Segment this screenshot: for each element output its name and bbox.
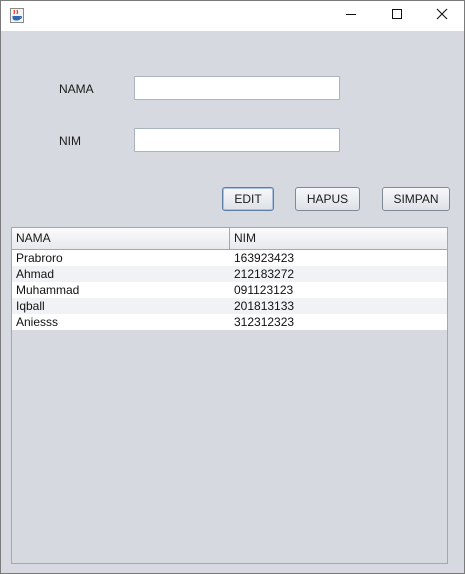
close-button[interactable] xyxy=(419,1,465,31)
column-header-nim[interactable]: NIM xyxy=(230,228,447,249)
edit-button[interactable]: EDIT xyxy=(222,187,274,211)
maximize-button[interactable] xyxy=(374,1,420,31)
column-header-nama[interactable]: NAMA xyxy=(12,228,230,249)
close-icon xyxy=(436,7,448,25)
cell-nama: Muhammad xyxy=(16,283,80,297)
simpan-button[interactable]: SIMPAN xyxy=(382,187,450,211)
table-body: Prabroro 163923423 Ahmad 212183272 Muham… xyxy=(12,250,447,330)
cell-nim: 201813133 xyxy=(234,299,295,313)
minimize-button[interactable] xyxy=(328,1,374,31)
minimize-icon xyxy=(345,7,357,25)
nama-label: NAMA xyxy=(59,82,94,96)
title-bar[interactable] xyxy=(1,1,464,31)
cell-nim: 212183272 xyxy=(234,267,295,281)
cell-nim: 163923423 xyxy=(234,251,295,265)
cell-nim: 091123123 xyxy=(234,283,294,297)
nim-field[interactable] xyxy=(134,128,340,152)
table-row[interactable]: Prabroro 163923423 xyxy=(12,250,447,266)
data-table[interactable]: NAMA NIM Prabroro 163923423 Ahmad 212183… xyxy=(11,227,448,564)
table-header: NAMA NIM xyxy=(12,228,447,250)
cell-nama: Prabroro xyxy=(16,251,63,265)
table-row[interactable]: Iqball 201813133 xyxy=(12,298,447,314)
hapus-button[interactable]: HAPUS xyxy=(295,187,360,211)
java-cup-icon xyxy=(10,8,24,23)
maximize-icon xyxy=(391,7,403,25)
nim-label: NIM xyxy=(59,134,81,148)
table-row[interactable]: Ahmad 212183272 xyxy=(12,266,447,282)
table-row[interactable]: Aniesss 312312323 xyxy=(12,314,447,330)
cell-nama: Aniesss xyxy=(16,315,59,329)
nama-field[interactable] xyxy=(134,76,340,100)
table-row[interactable]: Muhammad 091123123 xyxy=(12,282,447,298)
cell-nim: 312312323 xyxy=(234,315,295,329)
cell-nama: Ahmad xyxy=(16,267,55,281)
app-window: NAMA NIM EDIT HAPUS SIMPAN NAMA NIM Prab… xyxy=(0,0,465,574)
cell-nama: Iqball xyxy=(16,299,45,313)
